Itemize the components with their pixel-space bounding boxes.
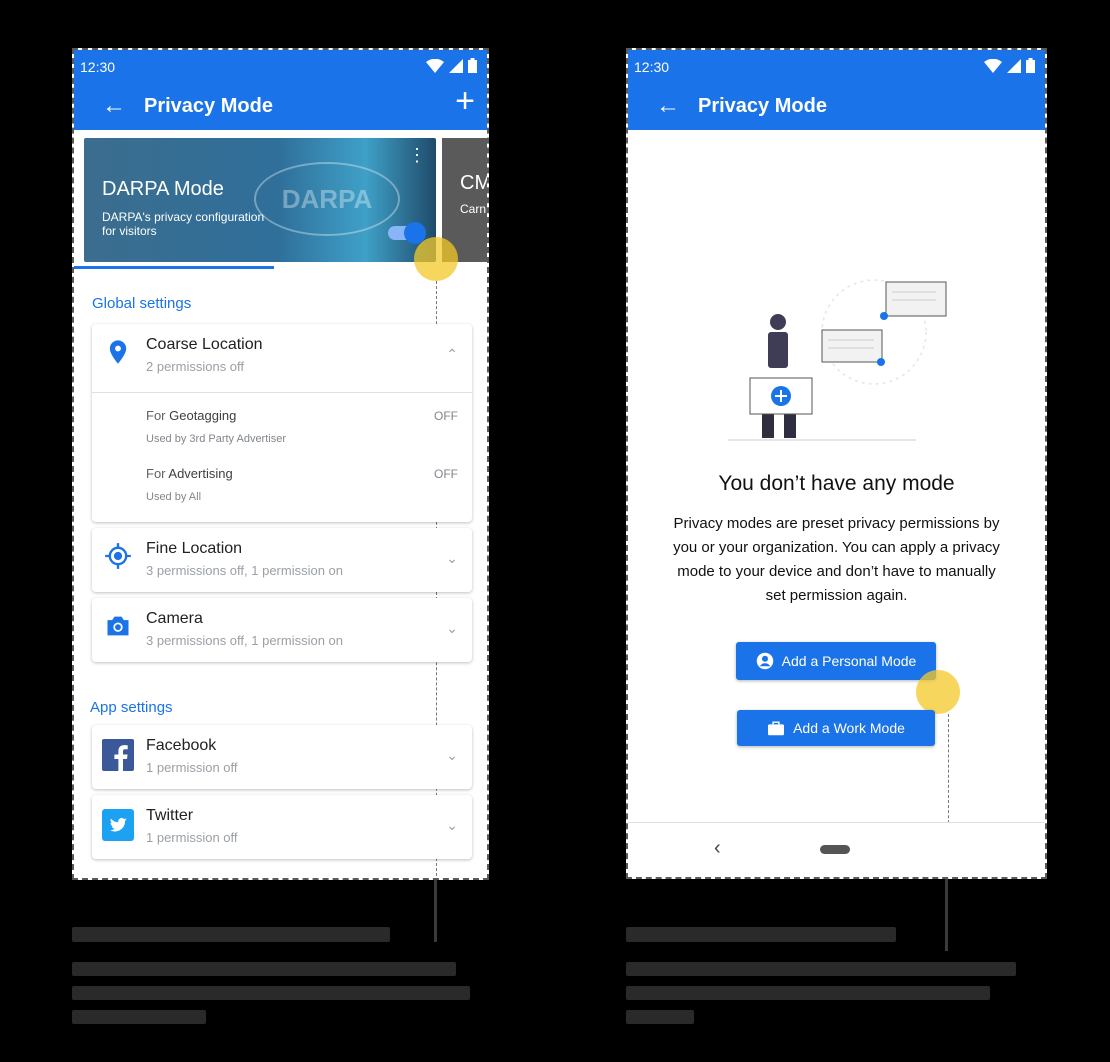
- sub-permission-title: For Geotagging: [146, 408, 237, 423]
- nav-home-button[interactable]: [820, 845, 850, 854]
- divider: [92, 392, 472, 393]
- callout-title-placeholder: [72, 927, 390, 942]
- callout-text-placeholder: [72, 986, 470, 1000]
- mode-toggle[interactable]: [388, 222, 426, 244]
- system-nav-bar: ‹: [628, 822, 1045, 877]
- mode-card-darpa[interactable]: DARPA ⋮ DARPA Mode DARPA's privacy confi…: [84, 138, 436, 262]
- wifi-icon: [984, 58, 1002, 73]
- permission-subtitle: 3 permissions off, 1 permission on: [146, 563, 344, 578]
- permission-title: Coarse Location: [146, 336, 263, 353]
- chevron-down-icon[interactable]: ⌄: [446, 620, 458, 637]
- empty-state-heading: You don’t have any mode: [718, 472, 955, 495]
- gps-target-icon: [105, 543, 131, 569]
- sub-permission-title: For Advertising: [146, 466, 233, 481]
- chevron-down-icon[interactable]: ⌄: [446, 747, 458, 764]
- touch-indicator: [414, 237, 458, 281]
- page-title: Privacy Mode: [698, 95, 827, 117]
- location-pin-icon: [109, 340, 127, 364]
- app-bar: 12:30 ← Privacy Mode +: [74, 50, 487, 130]
- page-title: Privacy Mode: [144, 95, 273, 117]
- wifi-icon: [426, 58, 444, 73]
- status-icons: [984, 58, 1035, 73]
- carousel-indicator: [74, 266, 274, 269]
- callout-text-placeholder: [626, 986, 990, 1000]
- touch-indicator: [916, 670, 960, 714]
- empty-state-illustration: [728, 279, 947, 441]
- camera-card[interactable]: Camera 3 permissions off, 1 permission o…: [92, 598, 472, 662]
- fine-location-card[interactable]: Fine Location 3 permissions off, 1 permi…: [92, 528, 472, 592]
- privacy-mode-list-screen: 12:30 ← Privacy Mode + DARPA ⋮ DARPA Mod…: [72, 48, 489, 880]
- add-icon[interactable]: +: [455, 84, 475, 118]
- callout-text-placeholder: [626, 1010, 694, 1024]
- chevron-down-icon[interactable]: ⌄: [446, 550, 458, 567]
- empty-mode-screen: 12:30 ← Privacy Mode You don’t have any …: [626, 48, 1047, 879]
- app-settings-label: App settings: [90, 699, 173, 716]
- permission-subtitle: 3 permissions off, 1 permission on: [146, 633, 344, 648]
- button-label: Add a Work Mode: [793, 720, 905, 736]
- status-time: 12:30: [634, 59, 670, 75]
- briefcase-icon: [768, 721, 785, 736]
- global-settings-label: Global settings: [92, 295, 192, 312]
- mode-description: Carn reco facul: [460, 202, 487, 216]
- app-subtitle: 1 permission off: [146, 830, 238, 845]
- app-title: Twitter: [146, 807, 194, 824]
- callout-text-placeholder: [72, 1010, 206, 1024]
- sub-permission-desc: Used by 3rd Party Advertiser: [146, 433, 287, 445]
- permission-title: Fine Location: [146, 540, 243, 557]
- sub-permission-desc: Used by All: [146, 491, 202, 503]
- app-subtitle: 1 permission off: [146, 760, 238, 775]
- back-arrow-icon[interactable]: ←: [102, 94, 126, 118]
- add-work-mode-button[interactable]: Add a Work Mode: [737, 710, 935, 746]
- battery-icon: [1026, 58, 1035, 73]
- permission-title: Camera: [146, 610, 203, 627]
- callout-right: [626, 927, 1016, 1034]
- facebook-card[interactable]: Facebook 1 permission off ⌄: [92, 725, 472, 789]
- mode-name: CM: [460, 172, 489, 194]
- chevron-down-icon[interactable]: ⌄: [446, 817, 458, 834]
- app-bar: 12:30 ← Privacy Mode: [628, 50, 1045, 130]
- more-vert-icon[interactable]: ⋮: [408, 146, 426, 164]
- darpa-logo: DARPA: [254, 162, 400, 236]
- permission-subtitle: 2 permissions off: [146, 359, 245, 374]
- nav-back-icon[interactable]: ‹: [714, 837, 721, 860]
- signal-icon: [449, 58, 463, 73]
- back-arrow-icon[interactable]: ←: [656, 94, 680, 118]
- coarse-location-card[interactable]: Coarse Location 2 permissions off ⌃ For …: [92, 324, 472, 522]
- callout-left: [72, 927, 470, 1034]
- camera-icon: [107, 616, 129, 636]
- permission-state[interactable]: OFF: [434, 409, 458, 423]
- mode-description: DARPA's privacy configuration for visito…: [102, 210, 265, 238]
- button-label: Add a Personal Mode: [781, 653, 917, 669]
- status-time: 12:30: [80, 59, 116, 75]
- permission-state[interactable]: OFF: [434, 467, 458, 481]
- chevron-up-icon[interactable]: ⌃: [446, 346, 458, 363]
- mode-name: DARPA Mode: [102, 178, 224, 200]
- add-personal-mode-button[interactable]: Add a Personal Mode: [736, 642, 936, 680]
- status-icons: [426, 58, 477, 73]
- twitter-card[interactable]: Twitter 1 permission off ⌄: [92, 795, 472, 859]
- twitter-icon: [102, 809, 134, 841]
- callout-title-placeholder: [626, 927, 896, 942]
- app-title: Facebook: [146, 737, 217, 754]
- battery-icon: [468, 58, 477, 73]
- callout-text-placeholder: [626, 962, 1016, 976]
- account-circle-icon: [756, 652, 773, 670]
- empty-state-description: Privacy modes are preset privacy permiss…: [673, 515, 1000, 604]
- signal-icon: [1007, 58, 1021, 73]
- facebook-icon: [102, 739, 134, 771]
- callout-text-placeholder: [72, 962, 456, 976]
